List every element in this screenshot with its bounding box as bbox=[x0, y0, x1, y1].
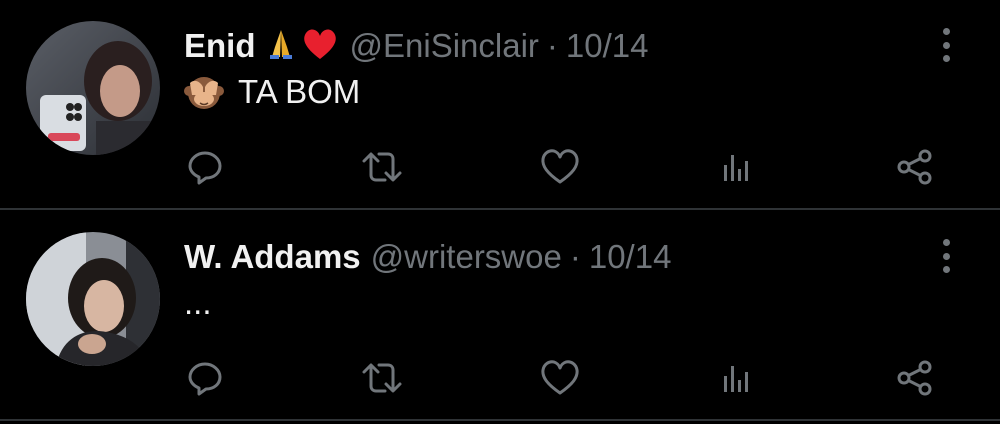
folded-hands-emoji-icon bbox=[264, 27, 298, 66]
avatar[interactable] bbox=[26, 232, 160, 366]
views-icon[interactable] bbox=[715, 145, 759, 189]
separator: · bbox=[546, 27, 558, 64]
display-name[interactable]: W. Addams bbox=[184, 238, 361, 276]
more-options-icon[interactable] bbox=[937, 28, 955, 62]
tweet-header: W. Addams @writerswoe · 10/14 bbox=[184, 237, 671, 277]
tweet-body: TA BOM bbox=[184, 72, 360, 112]
divider bbox=[0, 419, 1000, 421]
like-icon[interactable] bbox=[538, 356, 582, 400]
tweet-date[interactable]: 10/14 bbox=[589, 238, 672, 276]
like-icon[interactable] bbox=[538, 145, 582, 189]
red-heart-emoji-icon bbox=[300, 27, 340, 66]
more-options-icon[interactable] bbox=[937, 239, 955, 273]
user-handle[interactable]: @EniSinclair bbox=[350, 27, 539, 65]
share-icon[interactable] bbox=[893, 356, 937, 400]
tweet-text: ... bbox=[184, 284, 212, 321]
avatar[interactable] bbox=[26, 21, 160, 155]
tweet-date[interactable]: 10/14 bbox=[566, 27, 649, 65]
see-no-evil-monkey-emoji-icon bbox=[184, 73, 224, 111]
tweet-body: ... bbox=[184, 283, 212, 323]
tweet-header: Enid @EniSinclair · 10/14 bbox=[184, 26, 649, 66]
views-icon[interactable] bbox=[715, 356, 759, 400]
tweet-actions bbox=[0, 145, 1000, 189]
tweet-actions bbox=[0, 356, 1000, 400]
reply-icon[interactable] bbox=[183, 356, 227, 400]
tweet-text: TA BOM bbox=[238, 73, 361, 110]
share-icon[interactable] bbox=[893, 145, 937, 189]
reply-icon[interactable] bbox=[183, 145, 227, 189]
retweet-icon[interactable] bbox=[360, 145, 404, 189]
retweet-icon[interactable] bbox=[360, 356, 404, 400]
tweet[interactable]: W. Addams @writerswoe · 10/14 ... bbox=[0, 211, 1000, 420]
divider bbox=[0, 208, 1000, 210]
tweet[interactable]: Enid @EniSinclair · 10/14 TA BOM bbox=[0, 0, 1000, 209]
display-name[interactable]: Enid bbox=[184, 27, 256, 65]
name-emojis bbox=[264, 27, 340, 66]
separator: · bbox=[569, 238, 581, 275]
user-handle[interactable]: @writerswoe bbox=[371, 238, 562, 276]
